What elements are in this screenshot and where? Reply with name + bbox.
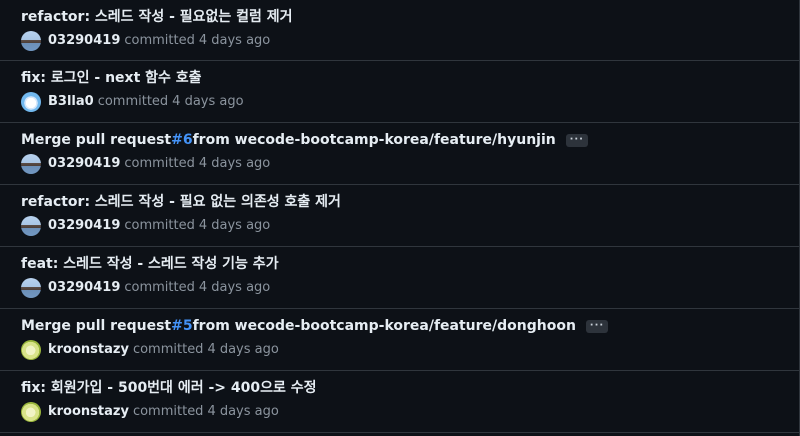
- commit-time: 4 days ago: [207, 404, 279, 419]
- commit-message-link[interactable]: from wecode-bootcamp-korea/feature/hyunj…: [193, 131, 556, 149]
- commit-action: committed: [124, 33, 195, 48]
- commit-title: refactor: 스레드 작성 - 필요 없는 의존성 호출 제거: [21, 193, 341, 211]
- commit-row: Merge pull request #6 from wecode-bootca…: [0, 123, 799, 185]
- commit-row: feat: 스레드 작성 - 스레드 작성 기능 추가 03290419 com…: [0, 247, 799, 309]
- commit-meta: 03290419 committed 4 days ago: [21, 278, 270, 298]
- pull-request-link[interactable]: #6: [171, 131, 192, 149]
- author-link[interactable]: 03290419: [48, 154, 120, 174]
- commit-action: committed: [132, 404, 204, 419]
- author-link[interactable]: 03290419: [48, 31, 120, 51]
- commit-message-link[interactable]: refactor: 스레드 작성 - 필요없는 컬럼 제거: [21, 8, 293, 26]
- commit-row: fix: 회원가입 - 500번대 에러 -> 400으로 수정 kroonst…: [0, 371, 799, 433]
- commit-message-link[interactable]: Merge pull request: [21, 131, 171, 149]
- author-link[interactable]: kroonstazy: [48, 340, 129, 360]
- commit-action: committed: [124, 280, 195, 295]
- commit-message-link[interactable]: fix: 로그인 - next 함수 호출: [21, 69, 202, 87]
- commit-row: refactor: 스레드 작성 - 필요 없는 의존성 호출 제거 03290…: [0, 185, 799, 247]
- commit-time: 4 days ago: [198, 156, 271, 171]
- commit-meta: 03290419 committed 4 days ago: [21, 216, 270, 236]
- ellipsis-button[interactable]: ···: [565, 133, 588, 147]
- commit-message-link[interactable]: from wecode-bootcamp-korea/feature/dongh…: [193, 317, 576, 335]
- commit-message-link[interactable]: feat: 스레드 작성 - 스레드 작성 기능 추가: [21, 255, 279, 273]
- commit-meta: 03290419 committed 4 days ago: [21, 154, 270, 174]
- commit-title: Merge pull request #6 from wecode-bootca…: [21, 131, 588, 149]
- author-link[interactable]: 03290419: [48, 278, 120, 298]
- author-link[interactable]: 03290419: [48, 216, 120, 236]
- commit-time: 4 days ago: [172, 94, 244, 109]
- commit-time: 4 days ago: [198, 218, 271, 233]
- author-link[interactable]: kroonstazy: [48, 402, 129, 422]
- commit-message-link[interactable]: fix: 회원가입 - 500번대 에러 -> 400으로 수정: [21, 379, 316, 397]
- commit-message-link[interactable]: refactor: 스레드 작성 - 필요 없는 의존성 호출 제거: [21, 193, 341, 211]
- avatar[interactable]: [21, 154, 41, 174]
- commit-meta: kroonstazy committed 4 days ago: [21, 402, 279, 422]
- ellipsis-button[interactable]: ···: [585, 319, 608, 333]
- avatar[interactable]: [21, 402, 41, 422]
- avatar[interactable]: [21, 278, 41, 298]
- avatar[interactable]: [21, 31, 41, 51]
- commit-row: fix: 로그인 - next 함수 호출 B3lla0 committed 4…: [0, 61, 799, 123]
- avatar[interactable]: [21, 216, 41, 236]
- commit-list: refactor: 스레드 작성 - 필요없는 컬럼 제거 03290419 c…: [0, 0, 800, 436]
- commit-message-link[interactable]: Merge pull request: [21, 317, 171, 335]
- commit-action: committed: [124, 218, 195, 233]
- commit-title: fix: 회원가입 - 500번대 에러 -> 400으로 수정: [21, 379, 316, 397]
- commit-meta: kroonstazy committed 4 days ago: [21, 340, 279, 360]
- commit-time: 4 days ago: [207, 342, 279, 357]
- author-link[interactable]: B3lla0: [48, 92, 94, 112]
- commit-title: feat: 스레드 작성 - 스레드 작성 기능 추가: [21, 255, 279, 273]
- commit-row: refactor: 스레드 작성 - 필요없는 컬럼 제거 03290419 c…: [0, 0, 799, 61]
- commit-meta: B3lla0 committed 4 days ago: [21, 92, 244, 112]
- commit-title: fix: 로그인 - next 함수 호출: [21, 69, 202, 87]
- commit-action: committed: [132, 342, 204, 357]
- commit-meta: 03290419 committed 4 days ago: [21, 31, 270, 51]
- avatar[interactable]: [21, 340, 41, 360]
- avatar[interactable]: [21, 92, 41, 112]
- pull-request-link[interactable]: #5: [171, 317, 192, 335]
- commit-time: 4 days ago: [198, 280, 271, 295]
- commit-title: refactor: 스레드 작성 - 필요없는 컬럼 제거: [21, 8, 293, 26]
- commit-row: Merge pull request #5 from wecode-bootca…: [0, 309, 799, 371]
- commit-title: Merge pull request #5 from wecode-bootca…: [21, 317, 608, 335]
- commit-action: committed: [124, 156, 195, 171]
- commit-time: 4 days ago: [198, 33, 271, 48]
- commit-action: committed: [97, 94, 169, 109]
